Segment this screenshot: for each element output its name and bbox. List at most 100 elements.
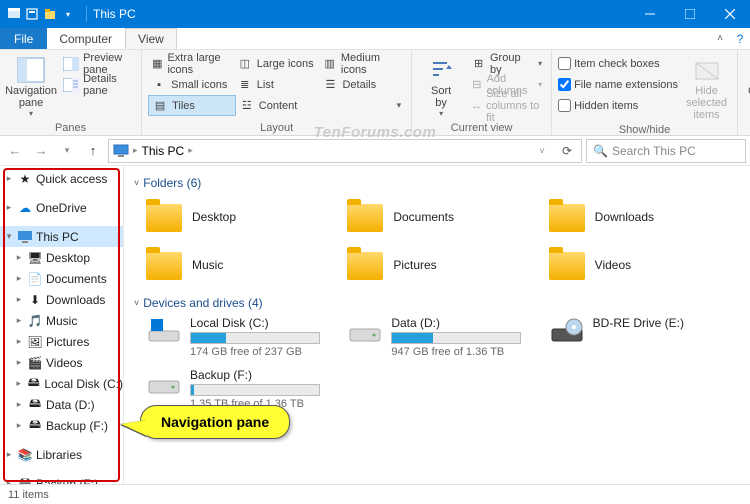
layout-overflow-icon[interactable]: ▾ xyxy=(321,95,405,116)
sidebar-item[interactable]: ▸🖥Desktop xyxy=(0,247,123,268)
folder-tile[interactable]: Pictures xyxy=(347,244,538,286)
quick-access-newfolder-icon[interactable] xyxy=(42,6,58,22)
group-by-icon: ⊞ xyxy=(471,56,486,72)
section-drives[interactable]: ˅Devices and drives (4) xyxy=(134,296,740,310)
layout-details[interactable]: ☰ Details xyxy=(319,74,405,95)
layout-small-label: Small icons xyxy=(171,79,227,91)
hide-selected-button: Hide selected items xyxy=(682,53,731,123)
ribbon-group-panes: Navigation pane ▾ Preview pane Details p… xyxy=(0,50,142,135)
folder-tile[interactable]: Desktop xyxy=(146,196,337,238)
item-check-boxes-toggle[interactable]: Item check boxes xyxy=(558,53,678,74)
folder-tile[interactable]: Videos xyxy=(549,244,740,286)
chevron-down-icon: ˅ xyxy=(134,178,139,188)
sidebar-label: Videos xyxy=(46,356,82,370)
sidebar-label: OneDrive xyxy=(36,201,87,215)
help-icon[interactable]: ? xyxy=(730,28,750,49)
refresh-button[interactable]: ⟳ xyxy=(557,144,577,158)
layout-tiles[interactable]: ▤Tiles xyxy=(148,95,236,116)
close-button[interactable] xyxy=(710,0,750,28)
drive-tile[interactable]: Data (D:)947 GB free of 1.36 TB xyxy=(347,316,538,358)
hidden-items-label: Hidden items xyxy=(574,100,638,112)
layout-large[interactable]: ◫Large icons xyxy=(234,53,320,74)
drive-label: Local Disk (C:) xyxy=(190,316,320,330)
sidebar-item[interactable]: ▸📄Documents xyxy=(0,268,123,289)
folder-tile[interactable]: Downloads xyxy=(549,196,740,238)
folder-label: Documents xyxy=(393,210,454,224)
recent-locations-button[interactable]: ▾ xyxy=(56,140,78,162)
sidebar-item[interactable]: ▸⬇Downloads xyxy=(0,289,123,310)
app-icon xyxy=(6,6,22,22)
layout-list[interactable]: ≣List xyxy=(234,74,320,95)
add-columns-icon: ⊟ xyxy=(471,77,482,93)
sidebar-item-onedrive[interactable]: ▸☁OneDrive xyxy=(0,197,123,218)
item-icon: 🖼 xyxy=(27,334,43,350)
sidebar-item-quick-access[interactable]: ▸★Quick access xyxy=(0,168,123,189)
preview-pane-button[interactable]: Preview pane xyxy=(60,53,135,74)
tab-computer[interactable]: Computer xyxy=(47,28,125,49)
drive-icon: 🖴 xyxy=(17,476,33,485)
drive-icon xyxy=(347,316,383,346)
sidebar-item[interactable]: ▸🖴Data (D:) xyxy=(0,394,123,415)
address-bar: ← → ▾ ↑ ▸ This PC ▸ ˅ ⟳ 🔍 Search This PC xyxy=(0,136,750,166)
sidebar-item-libraries[interactable]: ▸📚Libraries xyxy=(0,444,123,465)
chevron-right-icon[interactable]: ▸ xyxy=(188,145,193,156)
drive-tile[interactable]: Local Disk (C:)174 GB free of 237 GB xyxy=(146,316,337,358)
drive-label: Backup (F:) xyxy=(190,368,320,382)
section-folders[interactable]: ˅Folders (6) xyxy=(134,176,740,190)
group-label-show-hide: Show/hide xyxy=(558,123,731,136)
sidebar-item[interactable]: ▸🖼Pictures xyxy=(0,331,123,352)
sidebar-label: This PC xyxy=(36,230,79,244)
chevron-right-icon[interactable]: ▸ xyxy=(133,145,138,156)
up-button[interactable]: ↑ xyxy=(82,140,104,162)
minimize-button[interactable] xyxy=(630,0,670,28)
folder-icon xyxy=(146,200,184,234)
breadcrumb-this-pc[interactable]: This PC xyxy=(142,144,185,158)
sidebar-label: Backup (F:) xyxy=(36,477,98,485)
forward-button[interactable]: → xyxy=(30,140,52,162)
ribbon: Navigation pane ▾ Preview pane Details p… xyxy=(0,50,750,136)
sort-by-button[interactable]: Sort by ▾ xyxy=(418,53,464,121)
layout-small[interactable]: ▪Small icons xyxy=(148,74,234,95)
sidebar-item[interactable]: ▸🎵Music xyxy=(0,310,123,331)
details-pane-icon xyxy=(63,77,79,93)
quick-access-props-icon[interactable] xyxy=(24,6,40,22)
search-input[interactable]: 🔍 Search This PC xyxy=(586,139,746,163)
folder-label: Pictures xyxy=(393,258,436,272)
layout-extra-large-label: Extra large icons xyxy=(167,52,230,76)
folder-tile[interactable]: Music xyxy=(146,244,337,286)
hide-selected-label: Hide selected items xyxy=(686,85,727,121)
tab-view[interactable]: View xyxy=(125,28,177,49)
details-pane-button[interactable]: Details pane xyxy=(60,74,135,95)
layout-medium[interactable]: ▥Medium icons xyxy=(319,53,405,74)
details-icon: ☰ xyxy=(322,77,338,93)
hidden-items-toggle[interactable]: Hidden items xyxy=(558,95,678,116)
qat-dropdown-icon[interactable]: ▾ xyxy=(60,6,76,22)
folder-tile[interactable]: Documents xyxy=(347,196,538,238)
address-dropdown-icon[interactable]: ˅ xyxy=(531,140,553,162)
file-name-extensions-toggle[interactable]: File name extensions xyxy=(558,74,678,95)
navigation-pane-button[interactable]: Navigation pane ▾ xyxy=(6,53,56,121)
maximize-button[interactable] xyxy=(670,0,710,28)
layout-extra-large[interactable]: ▦Extra large icons xyxy=(148,53,234,74)
sidebar-item[interactable]: ▸🖴Backup (F:) xyxy=(0,415,123,436)
sidebar-item[interactable]: ▸🎬Videos xyxy=(0,352,123,373)
ribbon-group-layout: ▦Extra large icons ◫Large icons ▥Medium … xyxy=(142,50,412,135)
section-drives-label: Devices and drives (4) xyxy=(143,296,262,310)
ribbon-collapse-icon[interactable]: ˄ xyxy=(710,28,730,49)
layout-content[interactable]: ☳Content xyxy=(236,95,322,116)
sidebar-item-this-pc[interactable]: ▾This PC xyxy=(0,226,123,247)
options-button[interactable]: Options ▾ xyxy=(744,53,750,121)
back-button[interactable]: ← xyxy=(4,140,26,162)
group-by-button[interactable]: ⊞Group by▾ xyxy=(468,53,545,74)
sidebar-label: Music xyxy=(46,314,77,328)
sidebar-item[interactable]: ▸🖴Local Disk (C:) xyxy=(0,373,123,394)
drive-tile[interactable]: Backup (F:)1.35 TB free of 1.36 TB xyxy=(146,368,337,410)
breadcrumb[interactable]: ▸ This PC ▸ ˅ ⟳ xyxy=(108,139,582,163)
sidebar-item-backup[interactable]: ▸🖴Backup (F:) xyxy=(0,473,123,484)
layout-details-label: Details xyxy=(342,79,376,91)
file-menu[interactable]: File xyxy=(0,28,47,49)
navigation-pane-icon xyxy=(15,55,47,85)
tiles-icon: ▤ xyxy=(152,98,168,114)
drive-tile[interactable]: BD-RE Drive (E:) xyxy=(549,316,740,358)
window-title: This PC xyxy=(91,7,136,21)
